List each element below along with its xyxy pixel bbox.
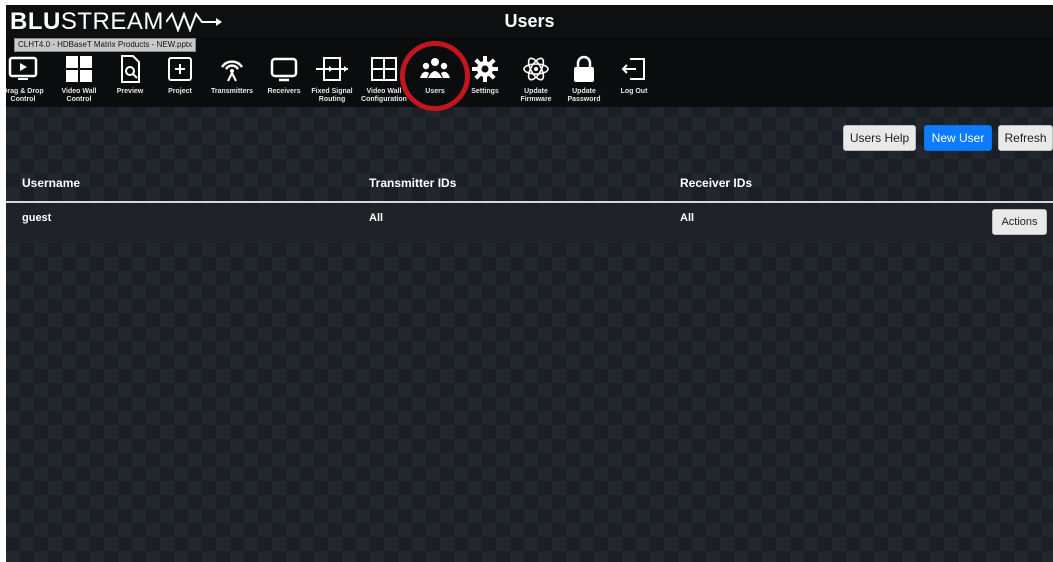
- cell-transmitter-ids: All: [369, 212, 384, 224]
- toolbar-drag-drop[interactable]: Drag & Drop Control: [6, 50, 47, 106]
- title-bar: BLU STREAM Users: [6, 5, 1053, 37]
- app-window: BLU STREAM Users CLHT4.0 - HDBaseT Matrix…: [6, 5, 1053, 562]
- toolbar-log-out[interactable]: Log Out: [610, 50, 658, 106]
- table-row: guest All All Actions: [6, 203, 1053, 243]
- refresh-button[interactable]: Refresh: [998, 125, 1053, 151]
- logout-icon: [617, 52, 651, 86]
- grid-icon: [62, 52, 96, 86]
- column-header-transmitter-ids: Transmitter IDs: [369, 176, 457, 190]
- toolbar-video-wall-control[interactable]: Video Wall Control: [55, 50, 103, 106]
- top-navigation: BLU STREAM Users CLHT4.0 - HDBaseT Matrix…: [6, 5, 1053, 111]
- document-search-icon: [113, 52, 147, 86]
- toolbar-project[interactable]: Project: [156, 50, 204, 106]
- page-title: Users: [504, 11, 555, 31]
- toolbar-receivers[interactable]: Receivers: [260, 50, 308, 106]
- toolbar: Drag & Drop Control Video Wall Control P…: [6, 50, 1053, 106]
- new-user-button[interactable]: New User: [924, 125, 992, 151]
- plus-box-icon: [163, 52, 197, 86]
- toolbar-update-firmware[interactable]: Update Firmware: [512, 50, 560, 106]
- gear-icon: [468, 52, 502, 86]
- users-help-button[interactable]: Users Help: [843, 125, 916, 151]
- toolbar-update-password[interactable]: Update Password: [560, 50, 608, 106]
- cell-username: guest: [22, 212, 52, 224]
- column-header-receiver-ids: Receiver IDs: [680, 176, 753, 190]
- atom-icon: [519, 52, 553, 86]
- table-header: Username Transmitter IDs Receiver IDs: [6, 163, 1053, 203]
- toolbar-preview[interactable]: Preview: [106, 50, 154, 106]
- broadcast-icon: [215, 52, 249, 86]
- actions-button[interactable]: Actions: [992, 209, 1047, 235]
- window-grid-icon: [367, 52, 401, 86]
- play-screen-icon: [6, 52, 40, 86]
- lock-icon: [567, 52, 601, 86]
- column-header-username: Username: [22, 176, 81, 190]
- active-highlight-ring: [400, 41, 470, 111]
- toolbar-transmitters[interactable]: Transmitters: [204, 50, 260, 106]
- monitor-icon: [267, 52, 301, 86]
- toolbar-fixed-signal-routing[interactable]: Fixed Signal Routing: [306, 50, 358, 106]
- cell-receiver-ids: All: [680, 212, 695, 224]
- routing-icon: [315, 52, 349, 86]
